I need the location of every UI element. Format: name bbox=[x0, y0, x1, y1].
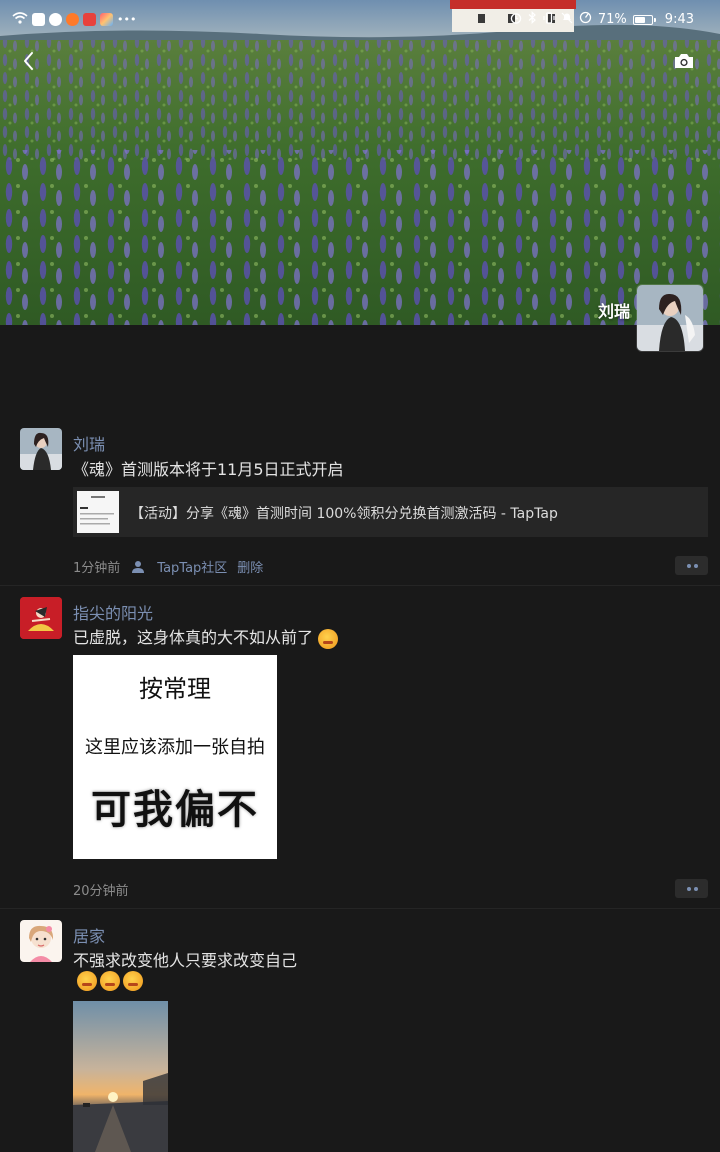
status-bar: ••• 71% 9:43 bbox=[0, 0, 720, 40]
bluetooth-icon bbox=[528, 11, 537, 28]
video-app-icon bbox=[66, 13, 79, 26]
post-image[interactable] bbox=[73, 1001, 168, 1152]
wifi-icon bbox=[12, 12, 28, 27]
post-text: 《魂》首测版本将于11月5日正式开启 bbox=[73, 460, 344, 479]
shared-link-thumbnail bbox=[77, 491, 119, 533]
camera-icon bbox=[675, 54, 693, 68]
source-link[interactable]: TapTap社区 bbox=[157, 557, 227, 576]
data-saver-icon bbox=[579, 11, 592, 28]
moments-page: ••• 71% 9:43 刘瑞 刘瑞 《魂》首测版本将于11月5日正式开启 【活… bbox=[0, 0, 720, 1152]
divider bbox=[0, 585, 720, 586]
more-options-button[interactable] bbox=[675, 556, 708, 575]
tired-face-emoji-icon bbox=[318, 628, 339, 649]
post-text-content: 已虚脱，这身体真的大不如从前了 bbox=[73, 628, 314, 647]
post-image[interactable]: 按常理 这里应该添加一张自拍 可我偏不 bbox=[73, 655, 277, 859]
image-text-line-2: 这里应该添加一张自拍 bbox=[85, 737, 265, 758]
status-notification-icons: ••• bbox=[12, 12, 136, 27]
cover-image[interactable] bbox=[0, 0, 720, 325]
more-notifications-icon: ••• bbox=[117, 13, 137, 26]
delete-link[interactable]: 删除 bbox=[237, 557, 263, 576]
post-time: 1分钟前 bbox=[73, 561, 121, 576]
shared-link-card[interactable]: 【活动】分享《魂》首测时间 100%领积分兑换首测激活码 - TapTap bbox=[73, 487, 708, 537]
status-system-icons: 71% 9:43 bbox=[510, 11, 694, 28]
profile-avatar[interactable] bbox=[636, 284, 704, 352]
person-icon bbox=[131, 560, 147, 574]
browser-app-icon bbox=[49, 13, 62, 26]
post-text: 已虚脱，这身体真的大不如从前了 bbox=[73, 624, 339, 649]
shopping-app-icon bbox=[83, 13, 96, 26]
clock: 9:43 bbox=[664, 12, 694, 27]
emoji-row bbox=[77, 970, 144, 991]
back-button[interactable] bbox=[16, 48, 42, 74]
vibrate-icon bbox=[543, 11, 555, 28]
face-emoji-icon bbox=[123, 970, 144, 991]
post-meta: 1分钟前 TapTap社区 删除 bbox=[73, 557, 263, 576]
post-text: 不强求改变他人只要求改变自己 bbox=[73, 951, 298, 970]
mute-icon bbox=[561, 12, 573, 28]
author-name[interactable]: 指尖的阳光 bbox=[73, 600, 153, 624]
alarm-icon bbox=[510, 12, 522, 28]
author-avatar[interactable] bbox=[20, 428, 62, 470]
author-avatar[interactable] bbox=[20, 920, 62, 962]
face-emoji-icon bbox=[100, 970, 121, 991]
battery-level bbox=[634, 16, 646, 23]
gallery-app-icon bbox=[100, 13, 113, 26]
face-emoji-icon bbox=[77, 970, 97, 991]
camera-button[interactable] bbox=[672, 50, 696, 72]
image-text-line-1: 按常理 bbox=[139, 675, 211, 703]
author-avatar[interactable] bbox=[20, 597, 62, 639]
post-meta: 20分钟前 bbox=[73, 880, 129, 899]
shared-link-title: 【活动】分享《魂》首测时间 100%领积分兑换首测激活码 - TapTap bbox=[130, 506, 558, 522]
author-name[interactable]: 居家 bbox=[73, 923, 105, 947]
more-options-button[interactable] bbox=[675, 879, 708, 898]
divider bbox=[0, 908, 720, 909]
battery-icon bbox=[632, 14, 656, 25]
battery-percent: 71% bbox=[597, 12, 627, 27]
author-name[interactable]: 刘瑞 bbox=[73, 431, 105, 455]
post-time: 20分钟前 bbox=[73, 884, 129, 899]
profile-name[interactable]: 刘瑞 bbox=[598, 298, 630, 322]
chevron-left-icon bbox=[24, 52, 33, 70]
image-text-line-3: 可我偏不 bbox=[91, 787, 259, 833]
mail-app-icon bbox=[32, 13, 45, 26]
